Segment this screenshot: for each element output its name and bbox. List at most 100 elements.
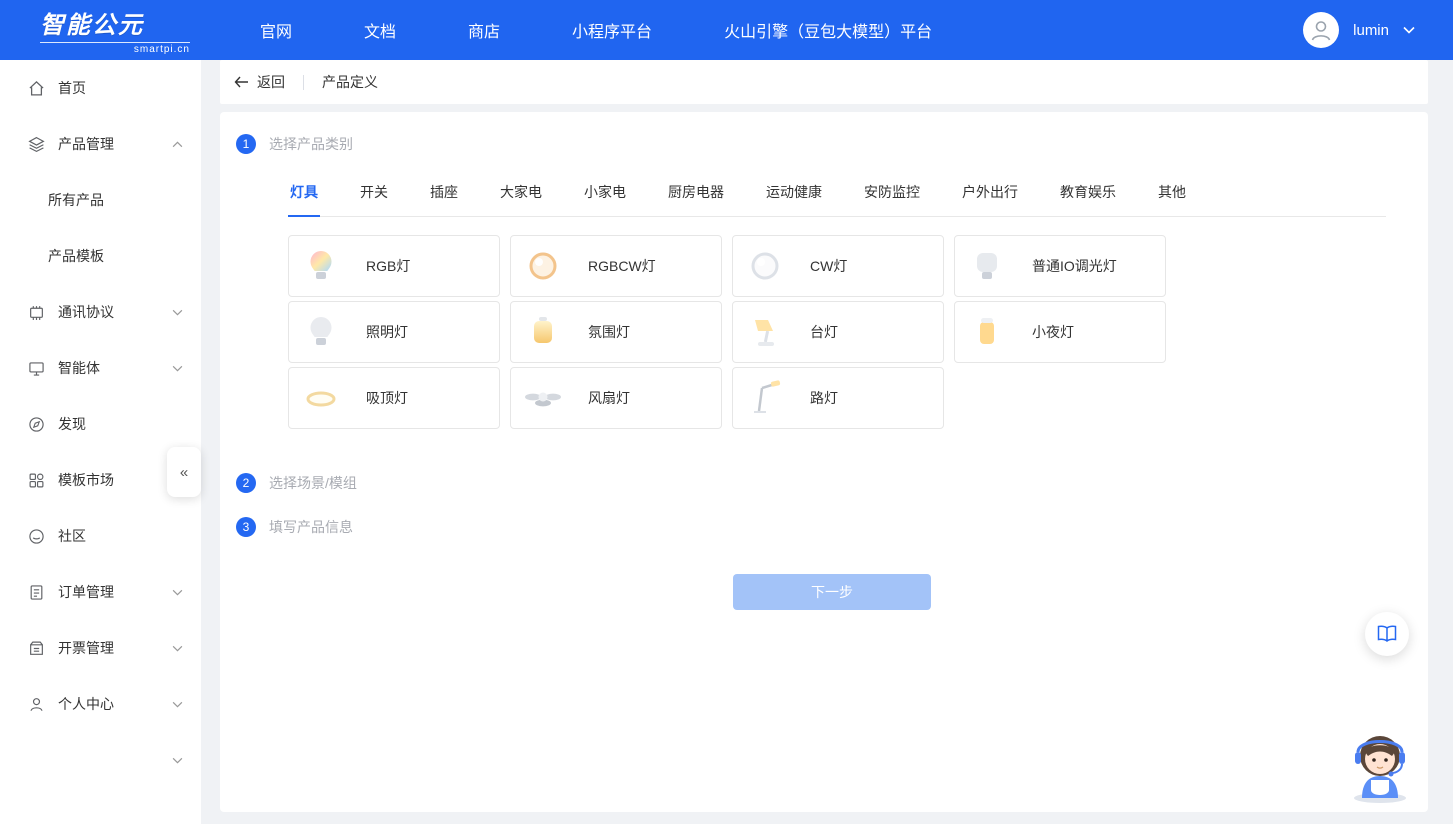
- product-label: 吸顶灯: [366, 388, 408, 408]
- street-lamp-icon: [745, 378, 785, 418]
- category-tabs: 灯具 开关 插座 大家电 小家电 厨房电器 运动健康 安防监控 户外出行 教育娱…: [288, 176, 1386, 217]
- step-3-row: 3 填写产品信息: [236, 517, 1428, 537]
- tab-education-entertainment[interactable]: 教育娱乐: [1058, 176, 1118, 216]
- step-1-number: 1: [236, 134, 256, 154]
- product-label: 风扇灯: [588, 388, 630, 408]
- chevron-down-icon: [172, 701, 183, 708]
- sidebar-item-discover[interactable]: 发现: [0, 396, 201, 452]
- monitor-icon: [28, 360, 45, 377]
- sidebar-item-label: 所有产品: [48, 190, 104, 210]
- sidebar-item-label: 订单管理: [58, 582, 114, 602]
- back-label: 返回: [257, 72, 285, 92]
- cw-bulb-icon: [745, 246, 785, 286]
- tab-small-appliance[interactable]: 小家电: [582, 176, 628, 216]
- product-card-fan-lamp[interactable]: 风扇灯: [510, 367, 722, 429]
- product-label: CW灯: [810, 256, 847, 276]
- step-1-label: 选择产品类别: [269, 134, 353, 154]
- sidebar-item-product-templates[interactable]: 产品模板: [0, 228, 201, 284]
- step-1-row: 1 选择产品类别: [236, 134, 1428, 154]
- tab-socket[interactable]: 插座: [428, 176, 460, 216]
- collapse-glyph: «: [180, 464, 188, 481]
- sidebar-item-extra[interactable]: [0, 732, 201, 788]
- sidebar-item-label: 模板市场: [58, 470, 114, 490]
- sidebar-item-communication-protocol[interactable]: 通讯协议: [0, 284, 201, 340]
- chevron-down-icon: [172, 309, 183, 316]
- nav-item-store[interactable]: 商店: [468, 18, 500, 42]
- product-card-ambient[interactable]: 氛围灯: [510, 301, 722, 363]
- product-card-cw[interactable]: CW灯: [732, 235, 944, 297]
- logo-subtitle: smartpi.cn: [40, 42, 190, 55]
- desk-lamp-icon: [745, 312, 785, 352]
- product-label: 小夜灯: [1032, 322, 1074, 342]
- chevron-up-icon: [172, 141, 183, 148]
- product-card-lighting[interactable]: 照明灯: [288, 301, 500, 363]
- sidebar-item-product-management[interactable]: 产品管理: [0, 116, 201, 172]
- product-card-ceiling-lamp[interactable]: 吸顶灯: [288, 367, 500, 429]
- sidebar-item-label: 智能体: [58, 358, 100, 378]
- avatar-person-icon: [1308, 17, 1334, 43]
- docs-floating-button[interactable]: [1365, 612, 1409, 656]
- category-section: 灯具 开关 插座 大家电 小家电 厨房电器 运动健康 安防监控 户外出行 教育娱…: [288, 176, 1428, 429]
- tab-other[interactable]: 其他: [1156, 176, 1188, 216]
- tab-sport-health[interactable]: 运动健康: [764, 176, 824, 216]
- product-card-io-dimmer[interactable]: 普通IO调光灯: [954, 235, 1166, 297]
- nav-item-official-site[interactable]: 官网: [260, 18, 292, 42]
- next-step-button[interactable]: 下一步: [733, 574, 931, 610]
- lighting-bulb-icon: [301, 312, 341, 352]
- night-light-icon: [967, 312, 1007, 352]
- logo[interactable]: 智能公元 smartpi.cn: [40, 5, 190, 55]
- tab-large-appliance[interactable]: 大家电: [498, 176, 544, 216]
- sidebar-collapse-handle[interactable]: «: [167, 447, 201, 497]
- tab-lighting[interactable]: 灯具: [288, 176, 320, 217]
- sidebar-item-community[interactable]: 社区: [0, 508, 201, 564]
- sidebar-item-label: 开票管理: [58, 638, 114, 658]
- step-2-number: 2: [236, 473, 256, 493]
- sidebar-item-label: 发现: [58, 414, 86, 434]
- chevron-down-icon: [172, 645, 183, 652]
- product-label: RGB灯: [366, 256, 410, 276]
- order-icon: [28, 584, 45, 601]
- sidebar-item-order-management[interactable]: 订单管理: [0, 564, 201, 620]
- chip-icon: [28, 304, 45, 321]
- logo-title: 智能公元: [40, 5, 190, 40]
- product-label: RGBCW灯: [588, 256, 656, 276]
- product-card-street-lamp[interactable]: 路灯: [732, 367, 944, 429]
- sidebar-item-agent[interactable]: 智能体: [0, 340, 201, 396]
- page-toolbar: 返回 产品定义: [220, 60, 1428, 104]
- community-icon: [28, 528, 45, 545]
- chevron-down-icon: [172, 757, 183, 764]
- product-card-rgbcw[interactable]: RGBCW灯: [510, 235, 722, 297]
- ambient-lamp-icon: [523, 312, 563, 352]
- nav-item-miniprogram[interactable]: 小程序平台: [572, 18, 652, 42]
- layers-icon: [28, 136, 45, 153]
- arrow-left-icon: [234, 76, 249, 88]
- step-3-label: 填写产品信息: [269, 517, 353, 537]
- product-card-night-light[interactable]: 小夜灯: [954, 301, 1166, 363]
- sidebar-item-label: 通讯协议: [58, 302, 114, 322]
- chevron-down-icon: [172, 589, 183, 596]
- product-grid: RGB灯 RGBCW灯 CW灯: [288, 235, 1428, 429]
- assistant-mascot[interactable]: [1341, 724, 1419, 804]
- tab-security-monitoring[interactable]: 安防监控: [862, 176, 922, 216]
- username[interactable]: lumin: [1353, 22, 1389, 39]
- tab-switch[interactable]: 开关: [358, 176, 390, 216]
- fan-lamp-icon: [523, 378, 563, 418]
- product-label: 氛围灯: [588, 322, 630, 342]
- nav-item-docs[interactable]: 文档: [364, 18, 396, 42]
- nav-item-volcengine[interactable]: 火山引擎（豆包大模型）平台: [724, 18, 932, 42]
- sidebar-item-personal-center[interactable]: 个人中心: [0, 676, 201, 732]
- tab-outdoor[interactable]: 户外出行: [960, 176, 1020, 216]
- product-card-rgb[interactable]: RGB灯: [288, 235, 500, 297]
- sidebar-item-invoice-management[interactable]: 开票管理: [0, 620, 201, 676]
- back-button[interactable]: 返回: [234, 72, 285, 92]
- user-menu-chevron-down-icon[interactable]: [1403, 26, 1415, 34]
- sidebar-item-home[interactable]: 首页: [0, 60, 201, 116]
- avatar[interactable]: [1303, 12, 1339, 48]
- product-label: 照明灯: [366, 322, 408, 342]
- product-label: 普通IO调光灯: [1032, 256, 1117, 276]
- sidebar-item-label: 首页: [58, 78, 86, 98]
- sidebar-item-all-products[interactable]: 所有产品: [0, 172, 201, 228]
- product-card-desk-lamp[interactable]: 台灯: [732, 301, 944, 363]
- tab-kitchen-appliance[interactable]: 厨房电器: [666, 176, 726, 216]
- market-icon: [28, 472, 45, 489]
